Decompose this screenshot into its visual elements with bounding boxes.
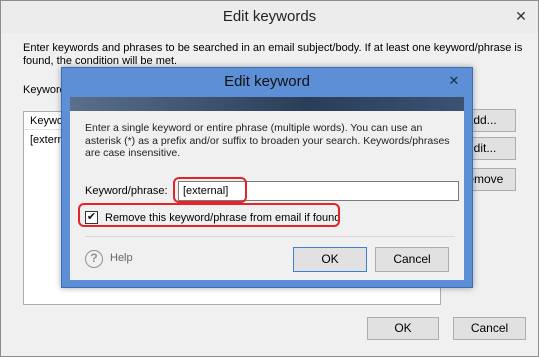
keyword-phrase-label: Keyword/phrase: [85,185,168,197]
dialog-close-button[interactable]: ✕ [444,72,464,90]
dialog-cancel-button[interactable]: Cancel [375,247,449,272]
help-circle-icon[interactable]: ? [85,250,103,268]
remove-keyword-checkbox-label[interactable]: Remove this keyword/phrase from email if… [105,211,340,225]
dialog-divider [85,236,455,237]
dialog-body: Enter a single keyword or entire phrase … [70,111,464,280]
keyword-phrase-input[interactable] [178,181,459,201]
dialog-banner [70,97,464,111]
window-title: Edit keywords [1,1,538,33]
dialog-title: Edit keyword [224,73,310,90]
edit-keyword-dialog: Edit keyword ✕ Enter a single keyword or… [61,67,473,288]
dialog-ok-button[interactable]: OK [293,247,367,272]
window-cancel-button[interactable]: Cancel [453,317,526,340]
window-ok-button[interactable]: OK [367,317,439,340]
remove-keyword-checkbox[interactable]: ✔ [85,211,98,224]
window-close-button[interactable]: ✕ [510,7,532,25]
help-link[interactable]: Help [110,252,133,264]
dialog-description: Enter a single keyword or entire phrase … [85,122,450,159]
window-description: Enter keywords and phrases to be searche… [23,42,523,67]
remove-keyword-option[interactable]: ✔ Remove this keyword/phrase from email … [85,210,341,226]
